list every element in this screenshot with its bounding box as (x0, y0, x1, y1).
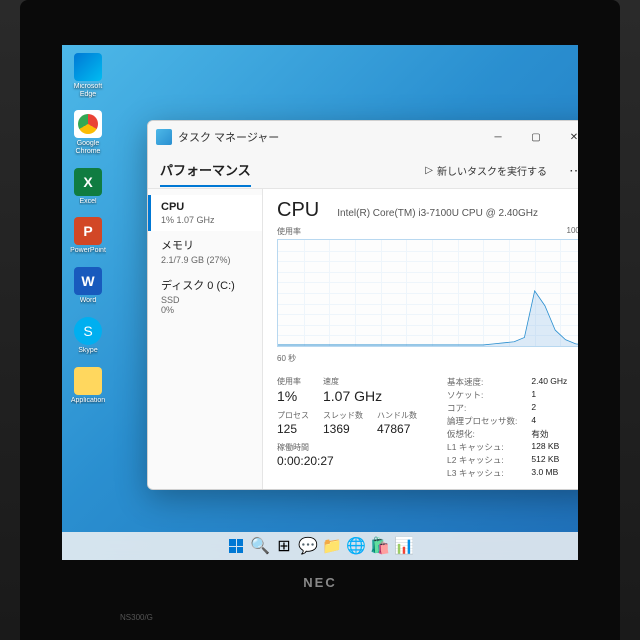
chrome-icon (74, 110, 102, 138)
primary-stat: 使用率1% (277, 376, 301, 404)
task-manager-window: タスク マネージャー ─ ▢ ✕ パフォーマンス ▷ 新しいタスクを実行する (147, 120, 578, 490)
detail-value: 128 KB (531, 441, 567, 453)
edge-icon (74, 53, 102, 81)
start-button[interactable] (226, 536, 246, 556)
explorer-icon[interactable]: 📁 (322, 536, 342, 556)
uptime-label: 稼働時間 (277, 442, 417, 453)
sidebar-item-0c[interactable]: ディスク 0 (C:)SSD 0% (148, 271, 262, 321)
edge-taskbar-icon[interactable]: 🌐 (346, 536, 366, 556)
chart-label-max: 100% (567, 226, 578, 237)
chat-icon[interactable]: 💬 (298, 536, 318, 556)
app-icon (156, 129, 172, 145)
chart-label-timespan: 60 秒 (277, 353, 296, 364)
desktop-icon[interactable]: PPowerPoint (68, 217, 108, 255)
panel-title: CPU (277, 199, 319, 222)
primary-stat: 速度1.07 GHz (323, 376, 382, 404)
detail-value: 512 KB (531, 454, 567, 466)
taskbar[interactable]: 🔍 ⊞ 💬 📁 🌐 🛍️ 📊 (62, 532, 578, 560)
detail-label: コア: (447, 402, 517, 414)
detail-label: L2 キャッシュ: (447, 454, 517, 466)
desktop-screen: Microsoft Edge Google Chrome XExcel PPowerP… (62, 45, 578, 560)
sidebar-item-cpu[interactable]: CPU1% 1.07 GHz (148, 195, 262, 231)
detail-label: ソケット: (447, 389, 517, 401)
ppt-icon: P (74, 217, 102, 245)
laptop-model: NS300/G (120, 613, 153, 622)
desktop-icons: Microsoft Edge Google Chrome XExcel PPowerP… (68, 53, 108, 404)
run-icon: ▷ (425, 165, 433, 176)
desktop-icon[interactable]: Application (68, 367, 108, 405)
skype-icon: S (74, 317, 102, 345)
tab-performance[interactable]: パフォーマンス (160, 154, 251, 187)
task-manager-taskbar-icon[interactable]: 📊 (394, 536, 414, 556)
cpu-model: Intel(R) Core(TM) i3-7100U CPU @ 2.40GHz (337, 208, 538, 219)
detail-value: 2.40 GHz (531, 376, 567, 388)
titlebar[interactable]: タスク マネージャー ─ ▢ ✕ (148, 121, 578, 153)
more-options-button[interactable]: ⋯ (563, 160, 578, 181)
close-button[interactable]: ✕ (555, 123, 578, 151)
desktop-icon[interactable]: Google Chrome (68, 110, 108, 155)
detail-value: 4 (531, 415, 567, 427)
desktop-icon[interactable]: XExcel (68, 168, 108, 206)
secondary-stat: プロセス125 (277, 410, 309, 436)
secondary-stat: ハンドル数47867 (377, 410, 417, 436)
maximize-button[interactable]: ▢ (517, 123, 555, 151)
task-view-icon[interactable]: ⊞ (274, 536, 294, 556)
detail-label: 仮想化: (447, 428, 517, 440)
sidebar: CPU1% 1.07 GHzメモリ2.1/7.9 GB (27%)ディスク 0 … (148, 189, 263, 489)
sidebar-item-[interactable]: メモリ2.1/7.9 GB (27%) (148, 231, 262, 271)
detail-value: 2 (531, 402, 567, 414)
secondary-stat: スレッド数1369 (323, 410, 363, 436)
cpu-usage-chart[interactable] (277, 239, 578, 347)
folder-icon (74, 367, 102, 395)
desktop-icon[interactable]: SSkype (68, 317, 108, 355)
detail-label: L1 キャッシュ: (447, 441, 517, 453)
chart-label-usage: 使用率 (277, 226, 301, 237)
run-new-task-button[interactable]: ▷ 新しいタスクを実行する (419, 160, 553, 181)
window-title: タスク マネージャー (178, 129, 479, 145)
desktop-icon[interactable]: Microsoft Edge (68, 53, 108, 98)
toolbar: パフォーマンス ▷ 新しいタスクを実行する ⋯ (148, 153, 578, 189)
store-icon[interactable]: 🛍️ (370, 536, 390, 556)
detail-label: L3 キャッシュ: (447, 467, 517, 479)
main-panel: CPU Intel(R) Core(TM) i3-7100U CPU @ 2.4… (263, 189, 578, 489)
laptop-brand: NEC (303, 575, 336, 590)
search-icon[interactable]: 🔍 (250, 536, 270, 556)
detail-value: 3.0 MB (531, 467, 567, 479)
uptime-value: 0:00:20:27 (277, 454, 417, 468)
detail-label: 基本速度: (447, 376, 517, 388)
detail-value: 有効 (531, 428, 567, 440)
detail-label: 論理プロセッサ数: (447, 415, 517, 427)
desktop-icon[interactable]: WWord (68, 267, 108, 305)
word-icon: W (74, 267, 102, 295)
detail-value: 1 (531, 389, 567, 401)
excel-icon: X (74, 168, 102, 196)
minimize-button[interactable]: ─ (479, 123, 517, 151)
